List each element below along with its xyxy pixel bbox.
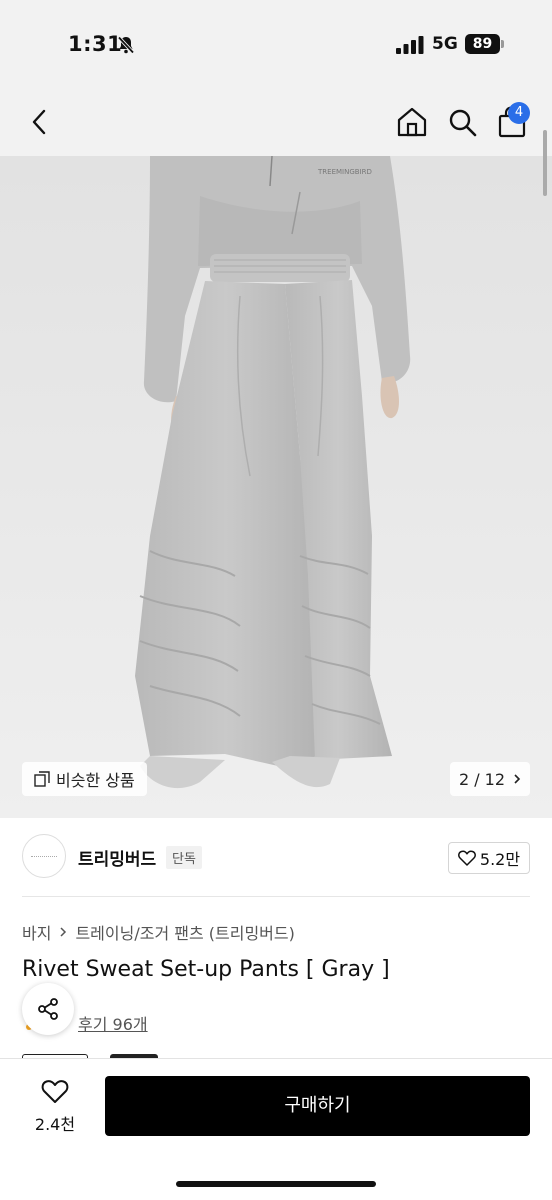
top-nav-bar: 4 (0, 92, 552, 156)
battery-tip (501, 40, 504, 48)
bell-slash-icon (117, 36, 135, 54)
similar-products-button[interactable]: 비슷한 상품 (22, 762, 147, 796)
status-bar: 1:31 5G 89 (0, 0, 552, 92)
search-icon[interactable] (444, 104, 480, 140)
exclusive-badge: 단독 (166, 846, 202, 869)
scroll-indicator[interactable] (543, 130, 547, 196)
chevron-right-icon (514, 774, 521, 784)
image-counter[interactable]: 2 / 12 (450, 762, 530, 796)
home-indicator (176, 1181, 376, 1187)
status-time: 1:31 (68, 32, 123, 56)
share-button[interactable] (22, 983, 74, 1035)
breadcrumb-root[interactable]: 바지 (22, 920, 51, 944)
divider (22, 896, 530, 897)
chevron-right-icon (60, 927, 67, 937)
wishlist-button[interactable]: 2.4천 (30, 1078, 80, 1134)
cart-count-badge: 4 (508, 102, 530, 124)
similar-icon (34, 771, 50, 787)
product-image[interactable]: TREEMINGBIRD (0, 156, 552, 818)
wishlist-count: 2.4천 (34, 1115, 76, 1134)
product-title: Rivet Sweat Set-up Pants [ Gray ] (22, 957, 390, 982)
reviews-link[interactable]: 후기 96개 (78, 1011, 148, 1035)
battery-level: 89 (465, 34, 500, 54)
home-icon[interactable] (394, 104, 430, 140)
brand-like-button[interactable]: 5.2만 (448, 842, 530, 874)
buy-button[interactable]: 구매하기 (105, 1076, 530, 1136)
similar-products-label: 비슷한 상품 (56, 771, 135, 790)
pants-photo: TREEMINGBIRD (0, 156, 552, 818)
signal-icon (396, 36, 424, 54)
svg-text:TREEMINGBIRD: TREEMINGBIRD (317, 168, 372, 176)
share-icon (38, 998, 58, 1020)
brand-logo[interactable] (22, 834, 66, 878)
brand-name[interactable]: 트리밍버드 (78, 845, 156, 870)
network-label: 5G (432, 34, 458, 54)
breadcrumb: 바지 트레이닝/조거 팬츠 (트리밍버드) (22, 920, 295, 944)
back-icon[interactable] (24, 106, 56, 138)
image-counter-text: 2 / 12 (458, 769, 506, 789)
heart-icon (457, 850, 476, 866)
breadcrumb-category[interactable]: 트레이닝/조거 팬츠 (트리밍버드) (75, 920, 294, 944)
heart-icon (41, 1080, 69, 1103)
brand-like-count: 5.2만 (479, 850, 521, 869)
